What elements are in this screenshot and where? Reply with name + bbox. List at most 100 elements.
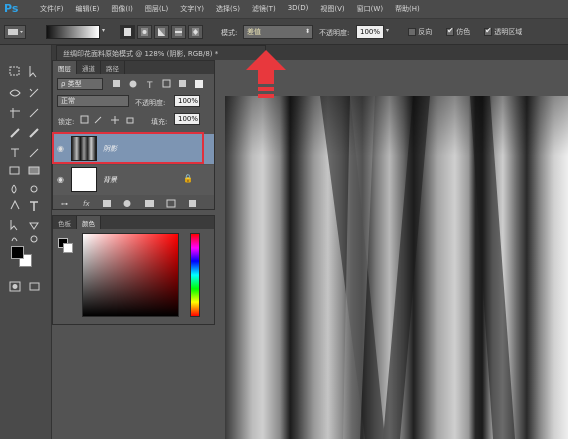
layer-actions[interactable]: ⊶ fx (55, 198, 211, 208)
adjustment-filter-icon (129, 80, 137, 88)
app-logo: Ps (4, 2, 19, 15)
menu-file[interactable]: 文件(F) (34, 4, 70, 14)
mode-dropdown[interactable]: 差值 ⬍ (243, 25, 313, 39)
dither-option[interactable]: 仿色 (446, 27, 470, 37)
blur-tool-icon (11, 184, 17, 194)
dodge-tool-icon (30, 185, 38, 193)
layer-opacity-label: 不透明度: (135, 99, 166, 107)
menu-select[interactable]: 选择(S) (210, 4, 246, 14)
pixel-filter-icon (113, 80, 120, 87)
fill-input[interactable]: 100% (174, 113, 200, 125)
lock-transparent-icon (80, 115, 89, 124)
menu-image[interactable]: 图像(I) (105, 4, 139, 14)
type-tool-icon (30, 201, 38, 211)
tab-channels[interactable]: 通道 (77, 61, 101, 74)
quick-mask-icon[interactable] (8, 281, 48, 295)
blend-mode-value: 正常 (61, 97, 75, 105)
history-brush-icon (29, 148, 39, 158)
new-layer-icon (166, 199, 176, 208)
shape-filter-icon (162, 79, 171, 88)
menu-layer[interactable]: 图层(L) (139, 4, 174, 14)
menu-window[interactable]: 窗口(W) (351, 4, 389, 14)
reverse-option[interactable]: 反向 (408, 27, 432, 37)
zoom-tool-icon (30, 235, 38, 243)
shape-tool-icon (29, 222, 39, 230)
dither-checkbox[interactable] (446, 28, 454, 36)
layer-opacity-input[interactable]: 100% (174, 95, 200, 107)
tab-color[interactable]: 颜色 (77, 216, 101, 229)
menu-filter[interactable]: 滤镜(T) (246, 4, 282, 14)
menu-bar: Ps 文件(F) 编辑(E) 图像(I) 图层(L) 文字(Y) 选择(S) 滤… (0, 0, 568, 19)
delete-layer-icon (189, 200, 196, 207)
mode-label: 模式: (221, 29, 238, 37)
layer-name: 背景 (103, 176, 117, 184)
gradient-dropdown-icon[interactable]: ▾ (102, 27, 105, 34)
menu-type[interactable]: 文字(Y) (174, 4, 210, 14)
crop-tool-icon (10, 108, 20, 118)
layer-filter-icons[interactable]: T (111, 78, 211, 90)
color-panel-tabs: 色板 颜色 (53, 216, 214, 229)
gradient-tool-active-icon (28, 166, 40, 175)
menu-help[interactable]: 帮助(H) (389, 4, 426, 14)
annotation-arrow-icon (246, 50, 286, 98)
lock-pixels-icon (94, 116, 102, 124)
marquee-tool-icon (9, 66, 20, 76)
tab-layers[interactable]: 图层 (53, 61, 77, 74)
pen-tool-icon (10, 199, 20, 210)
reverse-checkbox[interactable] (408, 28, 416, 36)
menu-3d[interactable]: 3D(D) (282, 4, 315, 14)
hue-slider[interactable] (190, 233, 200, 317)
eyedropper-tool-icon (29, 108, 39, 118)
adjustment-layer-icon (123, 200, 131, 207)
lock-icons[interactable] (79, 114, 139, 126)
menu-edit[interactable]: 编辑(E) (70, 4, 106, 14)
linear-gradient-button[interactable] (120, 25, 135, 39)
fill-label: 填充: (151, 118, 168, 126)
lock-all-icon (126, 117, 134, 124)
eye-icon[interactable]: ◉ (57, 175, 64, 184)
lock-position-icon (111, 116, 119, 124)
layer-style-icon: fx (83, 200, 90, 208)
opacity-dropdown-icon[interactable]: ▾ (386, 27, 389, 34)
foreground-color-swatch-top[interactable] (11, 246, 24, 259)
tab-paths[interactable]: 路径 (101, 61, 125, 74)
tab-swatches[interactable]: 色板 (53, 216, 77, 229)
hand-tool-icon (11, 237, 18, 242)
lasso-tool-icon (9, 89, 21, 97)
fill-value: 100% (178, 115, 199, 123)
radial-gradient-button[interactable] (137, 25, 152, 39)
menu-view[interactable]: 视图(V) (314, 4, 350, 14)
layer-filter-dropdown[interactable]: ρ 类型 (57, 78, 103, 90)
lock-label: 锁定: (58, 118, 75, 126)
document-title: 丝绸印花面料原始模式 @ 128% (阴影, RGB/8) * (63, 50, 219, 58)
type-filter-icon: T (146, 81, 153, 90)
menu-items: 文件(F) 编辑(E) 图像(I) 图层(L) 文字(Y) 选择(S) 滤镜(T… (34, 4, 426, 14)
eraser-tool-icon (9, 166, 20, 175)
angle-gradient-button[interactable] (154, 25, 169, 39)
healing-brush-icon (10, 128, 20, 138)
panel-background-swatch[interactable] (63, 243, 73, 253)
quick-select-tool-icon (29, 88, 39, 98)
selected-layer-highlight (52, 132, 204, 164)
opacity-label: 不透明度: (319, 29, 350, 37)
chevron-down-icon: ⬍ (304, 28, 310, 35)
document-tab[interactable]: 丝绸印花面料原始模式 @ 128% (阴影, RGB/8) * (56, 45, 266, 60)
new-group-icon (145, 200, 154, 207)
transparency-checkbox[interactable] (484, 28, 492, 36)
tool-preset-picker[interactable] (4, 25, 26, 39)
clone-stamp-icon (11, 148, 19, 157)
reverse-label: 反向 (418, 28, 433, 36)
layer-row-background[interactable]: ◉ 背景 🔒 (53, 165, 214, 195)
layer-opacity-value: 100% (178, 97, 199, 105)
diamond-gradient-button[interactable] (188, 25, 203, 39)
blend-mode-dropdown[interactable]: 正常 (57, 95, 129, 107)
reflected-gradient-button[interactable] (171, 25, 186, 39)
gradient-swatch[interactable] (46, 25, 100, 39)
color-spectrum[interactable] (82, 233, 179, 317)
tools-panel (0, 45, 52, 439)
silk-fold-shading (225, 96, 568, 439)
opacity-input[interactable]: 100% (356, 25, 384, 39)
layers-panel-tabs: 图层 通道 路径 (53, 61, 214, 74)
opacity-value: 100% (360, 28, 381, 36)
transparency-option[interactable]: 透明区域 (484, 27, 522, 37)
